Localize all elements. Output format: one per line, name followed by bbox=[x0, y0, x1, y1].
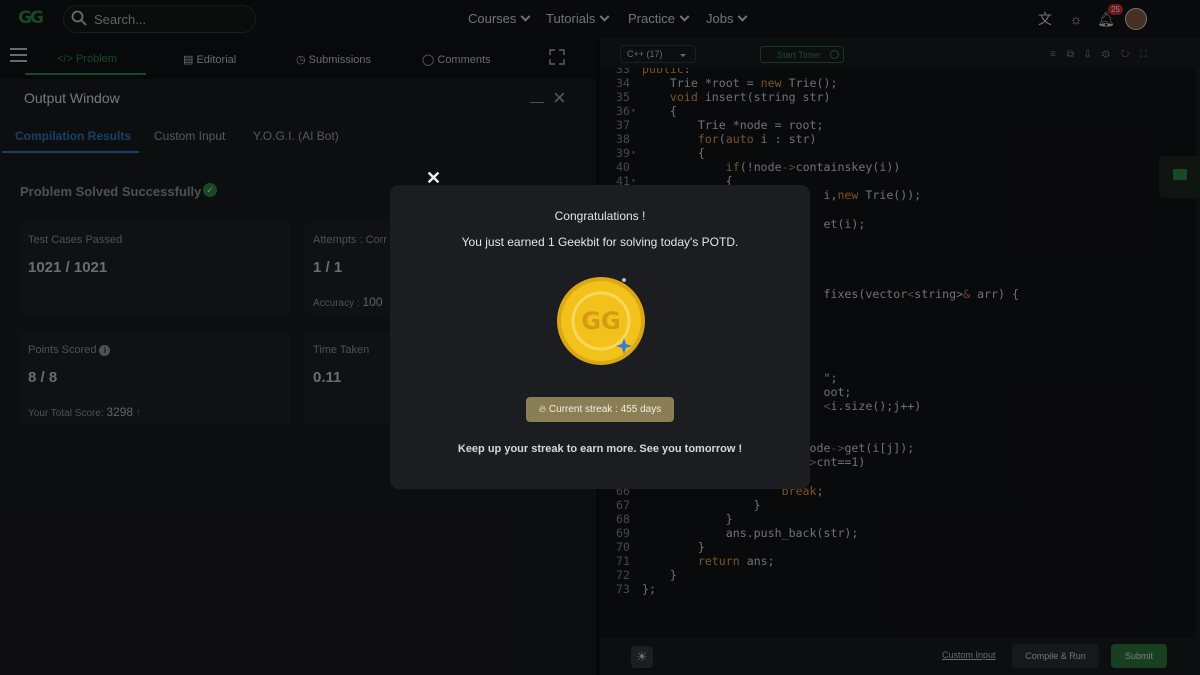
geekbit-coin-icon: GG bbox=[557, 277, 645, 365]
modal-footer-text: Keep up your streak to earn more. See yo… bbox=[457, 443, 743, 455]
congratulations-modal: Congratulations ! You just earned 1 Geek… bbox=[390, 185, 810, 489]
modal-title: Congratulations ! bbox=[554, 209, 646, 223]
streak-text: Current streak : 455 days bbox=[548, 404, 662, 415]
coin-logo-text: GG bbox=[581, 307, 620, 335]
streak-badge: 🔥︎ Current streak : 455 days bbox=[526, 397, 674, 422]
modal-message: You just earned 1 Geekbit for solving to… bbox=[461, 235, 739, 249]
